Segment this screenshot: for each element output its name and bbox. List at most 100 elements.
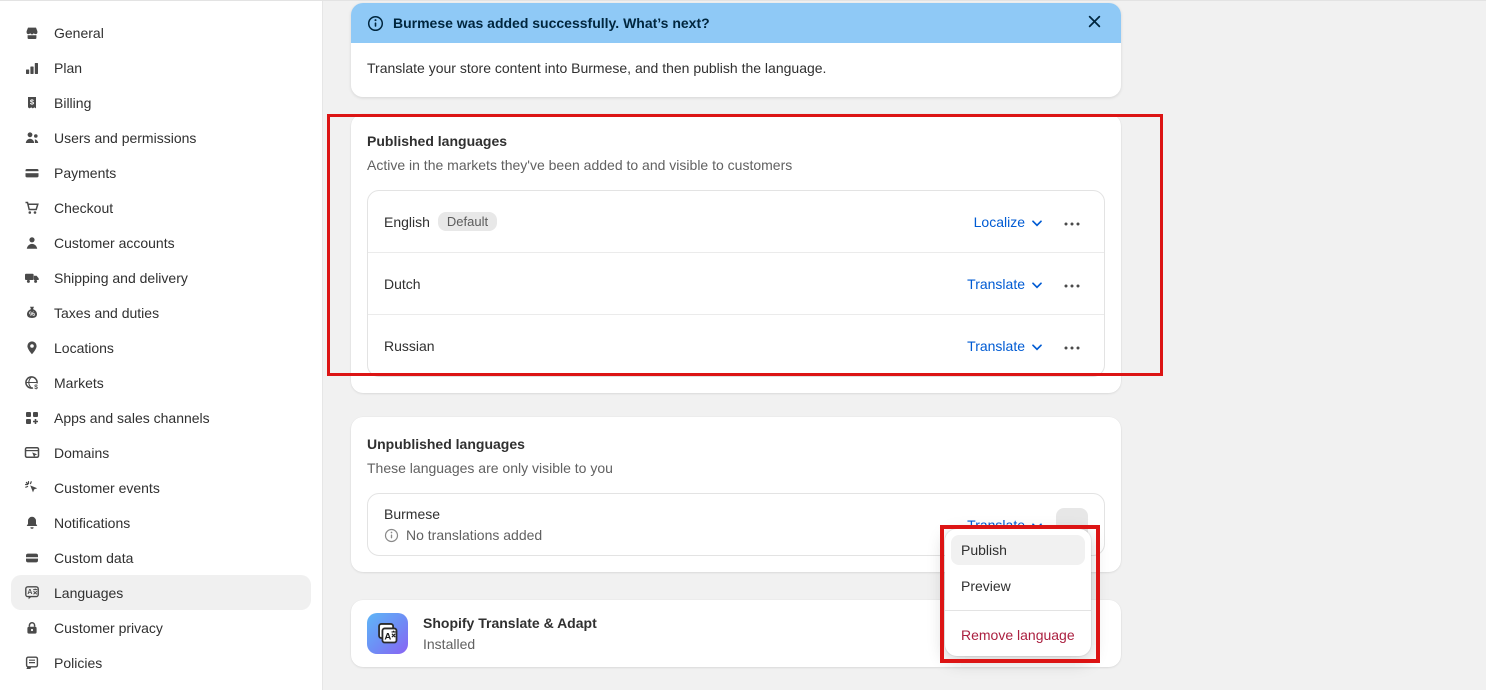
sidebar-item-label: Notifications (54, 515, 130, 531)
app-installed-status: Installed (423, 634, 597, 654)
sidebar-item-label: Markets (54, 375, 104, 391)
document-icon (23, 654, 41, 672)
dutch-more-actions-button[interactable] (1056, 267, 1088, 300)
info-icon (367, 15, 384, 32)
sidebar-item-label: Checkout (54, 200, 113, 216)
published-languages-title: Published languages (367, 130, 1105, 152)
menu-divider (945, 610, 1091, 611)
sidebar-item-label: Locations (54, 340, 114, 356)
banner-title: Burmese was added successfully. What’s n… (393, 15, 710, 31)
banner-body-text: Translate your store content into Burmes… (351, 43, 1121, 97)
translate-dropdown-button[interactable]: Translate (967, 276, 1042, 292)
sidebar-item-label: Custom data (54, 550, 133, 566)
sidebar-item-shipping-delivery[interactable]: Shipping and delivery (11, 260, 311, 295)
close-icon (1088, 15, 1101, 31)
translate-dropdown-button[interactable]: Translate (967, 338, 1042, 354)
app-title: Shopify Translate & Adapt (423, 613, 597, 633)
banner-close-button[interactable] (1084, 11, 1105, 35)
sidebar-item-policies[interactable]: Policies (11, 645, 311, 680)
settings-sidebar: General Plan $ Billing Users and permiss… (0, 1, 323, 690)
sidebar-item-languages[interactable]: A Languages (11, 575, 311, 610)
menu-item-remove-language[interactable]: Remove language (951, 620, 1085, 650)
localize-label: Localize (974, 214, 1025, 230)
credit-card-icon (23, 164, 41, 182)
kebab-menu-icon (1064, 276, 1080, 291)
status-text: No translations added (406, 527, 542, 543)
sidebar-item-customer-privacy[interactable]: Customer privacy (11, 610, 311, 645)
sidebar-item-label: Customer events (54, 480, 160, 496)
language-name: Russian (384, 338, 435, 354)
truck-icon (23, 269, 41, 287)
sidebar-item-markets[interactable]: $ Markets (11, 365, 311, 400)
language-row-english: English Default Localize (368, 191, 1104, 252)
published-languages-list: English Default Localize Dutch (367, 190, 1105, 377)
globe-icon: $ (23, 374, 41, 392)
store-icon (23, 24, 41, 42)
bell-icon (23, 514, 41, 532)
sidebar-item-label: Domains (54, 445, 109, 461)
sidebar-item-checkout[interactable]: Checkout (11, 190, 311, 225)
default-badge: Default (438, 212, 497, 231)
svg-text:A: A (27, 589, 32, 596)
sidebar-item-label: Plan (54, 60, 82, 76)
sidebar-item-apps-sales-channels[interactable]: Apps and sales channels (11, 400, 311, 435)
sidebar-item-customer-accounts[interactable]: Customer accounts (11, 225, 311, 260)
cart-icon (23, 199, 41, 217)
translate-adapt-app-icon: A (367, 613, 408, 654)
sidebar-item-taxes-duties[interactable]: % Taxes and duties (11, 295, 311, 330)
users-icon (23, 129, 41, 147)
sidebar-item-general[interactable]: General (11, 15, 311, 50)
language-name: Dutch (384, 276, 421, 292)
sidebar-item-domains[interactable]: Domains (11, 435, 311, 470)
published-languages-subtitle: Active in the markets they've been added… (367, 154, 1105, 176)
browser-domain-icon (23, 444, 41, 462)
localize-dropdown-button[interactable]: Localize (974, 214, 1042, 230)
unpublished-languages-title: Unpublished languages (367, 433, 1105, 455)
kebab-menu-icon (1064, 214, 1080, 229)
success-banner: Burmese was added successfully. What’s n… (351, 3, 1121, 97)
burmese-actions-menu: Publish Preview Remove language (945, 529, 1091, 656)
chevron-down-icon (1032, 276, 1042, 292)
menu-item-preview[interactable]: Preview (951, 571, 1085, 601)
success-banner-header: Burmese was added successfully. What’s n… (351, 3, 1121, 43)
chevron-down-icon (1032, 214, 1042, 230)
sidebar-item-payments[interactable]: Payments (11, 155, 311, 190)
unpublished-languages-subtitle: These languages are only visible to you (367, 457, 1105, 479)
sidebar-item-custom-data[interactable]: Custom data (11, 540, 311, 575)
language-name: Burmese (384, 506, 440, 522)
sidebar-item-users-permissions[interactable]: Users and permissions (11, 120, 311, 155)
sidebar-item-label: Billing (54, 95, 91, 111)
sidebar-item-locations[interactable]: Locations (11, 330, 311, 365)
chart-bars-icon (23, 59, 41, 77)
translate-label: Translate (967, 276, 1025, 292)
sidebar-item-label: Apps and sales channels (54, 410, 210, 426)
english-more-actions-button[interactable] (1056, 205, 1088, 238)
sidebar-item-label: Users and permissions (54, 130, 196, 146)
apps-grid-icon (23, 409, 41, 427)
sidebar-item-customer-events[interactable]: Customer events (11, 470, 311, 505)
menu-item-publish[interactable]: Publish (951, 535, 1085, 565)
sidebar-item-label: Shipping and delivery (54, 270, 188, 286)
sidebar-item-label: Policies (54, 655, 102, 671)
translate-icon: A (23, 584, 41, 602)
sidebar-item-notifications[interactable]: Notifications (11, 505, 311, 540)
translation-status: No translations added (384, 527, 542, 543)
svg-text:%: % (29, 311, 35, 318)
language-row-russian: Russian Translate (368, 314, 1104, 376)
lock-icon (23, 619, 41, 637)
sidebar-item-plan[interactable]: Plan (11, 50, 311, 85)
sidebar-item-label: Languages (54, 585, 123, 601)
sidebar-item-label: Payments (54, 165, 116, 181)
russian-more-actions-button[interactable] (1056, 329, 1088, 362)
languages-settings-main: Burmese was added successfully. What’s n… (323, 1, 1486, 690)
published-languages-card: Published languages Active in the market… (351, 114, 1121, 393)
language-row-dutch: Dutch Translate (368, 252, 1104, 314)
svg-text:$: $ (34, 384, 38, 391)
chevron-down-icon (1032, 338, 1042, 354)
sidebar-item-label: Taxes and duties (54, 305, 159, 321)
location-pin-icon (23, 339, 41, 357)
sidebar-item-billing[interactable]: $ Billing (11, 85, 311, 120)
money-bag-icon: % (23, 304, 41, 322)
person-icon (23, 234, 41, 252)
translate-label: Translate (967, 338, 1025, 354)
